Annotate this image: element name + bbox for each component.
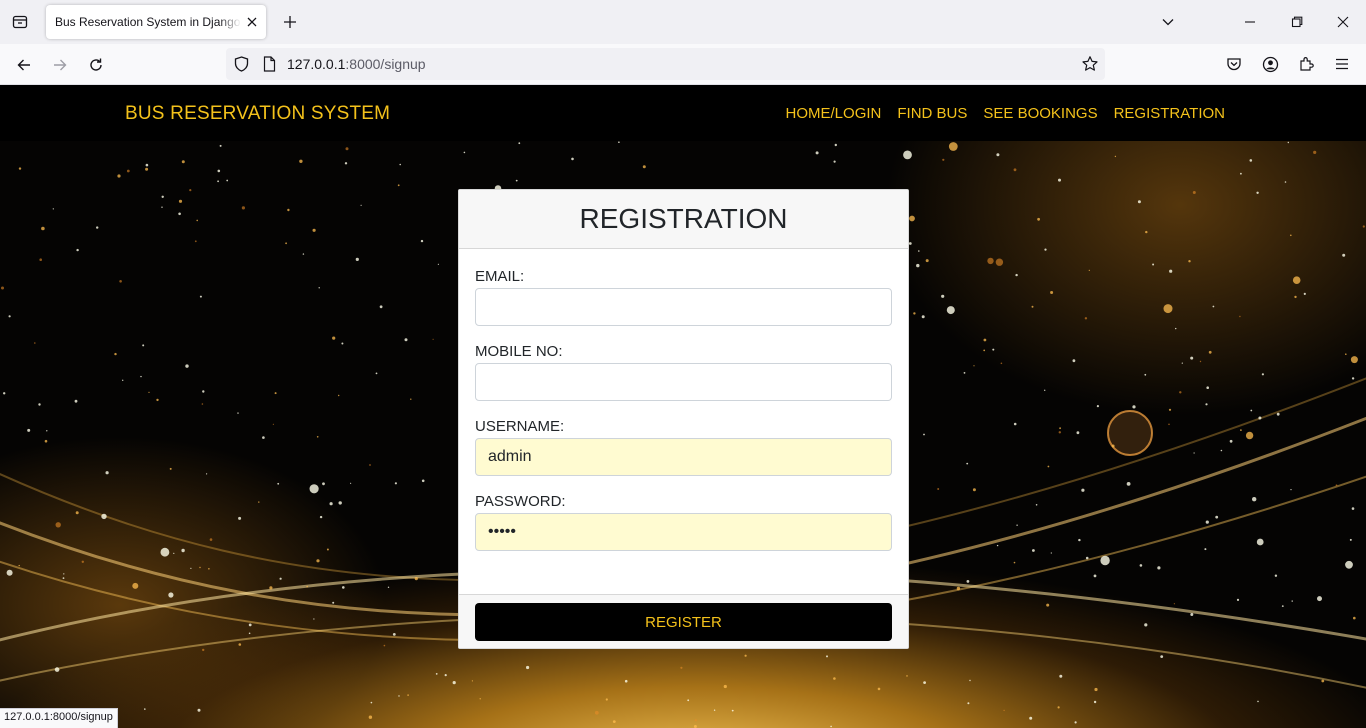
url-path: :8000/signup [345, 56, 426, 72]
browser-tab-bar: Bus Reservation System in Django Framewo… [0, 0, 1366, 44]
nav-find-bus[interactable]: FIND BUS [897, 105, 967, 122]
password-label: PASSWORD: [475, 493, 566, 510]
extensions-icon[interactable] [1296, 54, 1316, 74]
password-field[interactable] [475, 513, 892, 551]
mobile-group: MOBILE NO: [475, 343, 892, 401]
email-field[interactable] [475, 288, 892, 326]
tab-overview-icon[interactable] [8, 10, 32, 34]
url-host: 127.0.0.1 [287, 56, 346, 72]
card-header: REGISTRATION [459, 190, 908, 249]
register-button[interactable]: REGISTER [475, 603, 892, 641]
tab-list-chevron-down-icon[interactable] [1158, 12, 1178, 32]
nav-registration[interactable]: REGISTRATION [1114, 105, 1225, 122]
browser-tab[interactable]: Bus Reservation System in Django Framewo… [46, 5, 266, 39]
site-brand[interactable]: BUS RESERVATION SYSTEM [125, 103, 390, 125]
email-label: EMAIL: [475, 268, 525, 285]
registration-card: REGISTRATION EMAIL: MOBILE NO: USERNAME:… [458, 189, 909, 649]
browser-toolbar: 127.0.0.1:8000/signup [0, 44, 1366, 85]
page-background: BUS RESERVATION SYSTEM HOME/LOGIN FIND B… [0, 85, 1366, 728]
pocket-icon[interactable] [1224, 54, 1244, 74]
site-navbar: BUS RESERVATION SYSTEM HOME/LOGIN FIND B… [0, 85, 1366, 141]
hamburger-menu-icon[interactable] [1332, 54, 1352, 74]
username-field[interactable] [475, 438, 892, 476]
window-close-icon[interactable] [1333, 12, 1353, 32]
url-text: 127.0.0.1:8000/signup [287, 56, 426, 72]
account-icon[interactable] [1260, 54, 1280, 74]
mobile-field[interactable] [475, 363, 892, 401]
form-title: REGISTRATION [579, 203, 788, 234]
address-bar[interactable]: 127.0.0.1:8000/signup [226, 48, 1105, 80]
username-group: USERNAME: [475, 418, 892, 476]
close-icon[interactable] [244, 14, 260, 30]
tab-title: Bus Reservation System in Django Framewo… [55, 15, 241, 29]
page-icon[interactable] [261, 56, 277, 72]
password-group: PASSWORD: [475, 493, 892, 551]
mobile-label: MOBILE NO: [475, 343, 563, 360]
minimize-icon[interactable] [1240, 12, 1260, 32]
reload-icon[interactable] [84, 53, 108, 77]
username-label: USERNAME: [475, 418, 565, 435]
card-footer: REGISTER [459, 594, 908, 648]
back-arrow-icon[interactable] [12, 53, 36, 77]
nav-see-bookings[interactable]: SEE BOOKINGS [983, 105, 1097, 122]
site-nav-links: HOME/LOGIN FIND BUS SEE BOOKINGS REGISTR… [786, 105, 1225, 122]
email-group: EMAIL: [475, 268, 892, 326]
shield-icon[interactable] [233, 56, 249, 72]
nav-home-login[interactable]: HOME/LOGIN [786, 105, 882, 122]
restore-icon[interactable] [1287, 12, 1307, 32]
status-bar-url: 127.0.0.1:8000/signup [0, 708, 118, 728]
new-tab-plus-icon[interactable] [280, 12, 300, 32]
bookmark-star-icon[interactable] [1081, 55, 1099, 73]
card-body: EMAIL: MOBILE NO: USERNAME: PASSWORD: [459, 249, 908, 594]
forward-arrow-icon[interactable] [48, 53, 72, 77]
